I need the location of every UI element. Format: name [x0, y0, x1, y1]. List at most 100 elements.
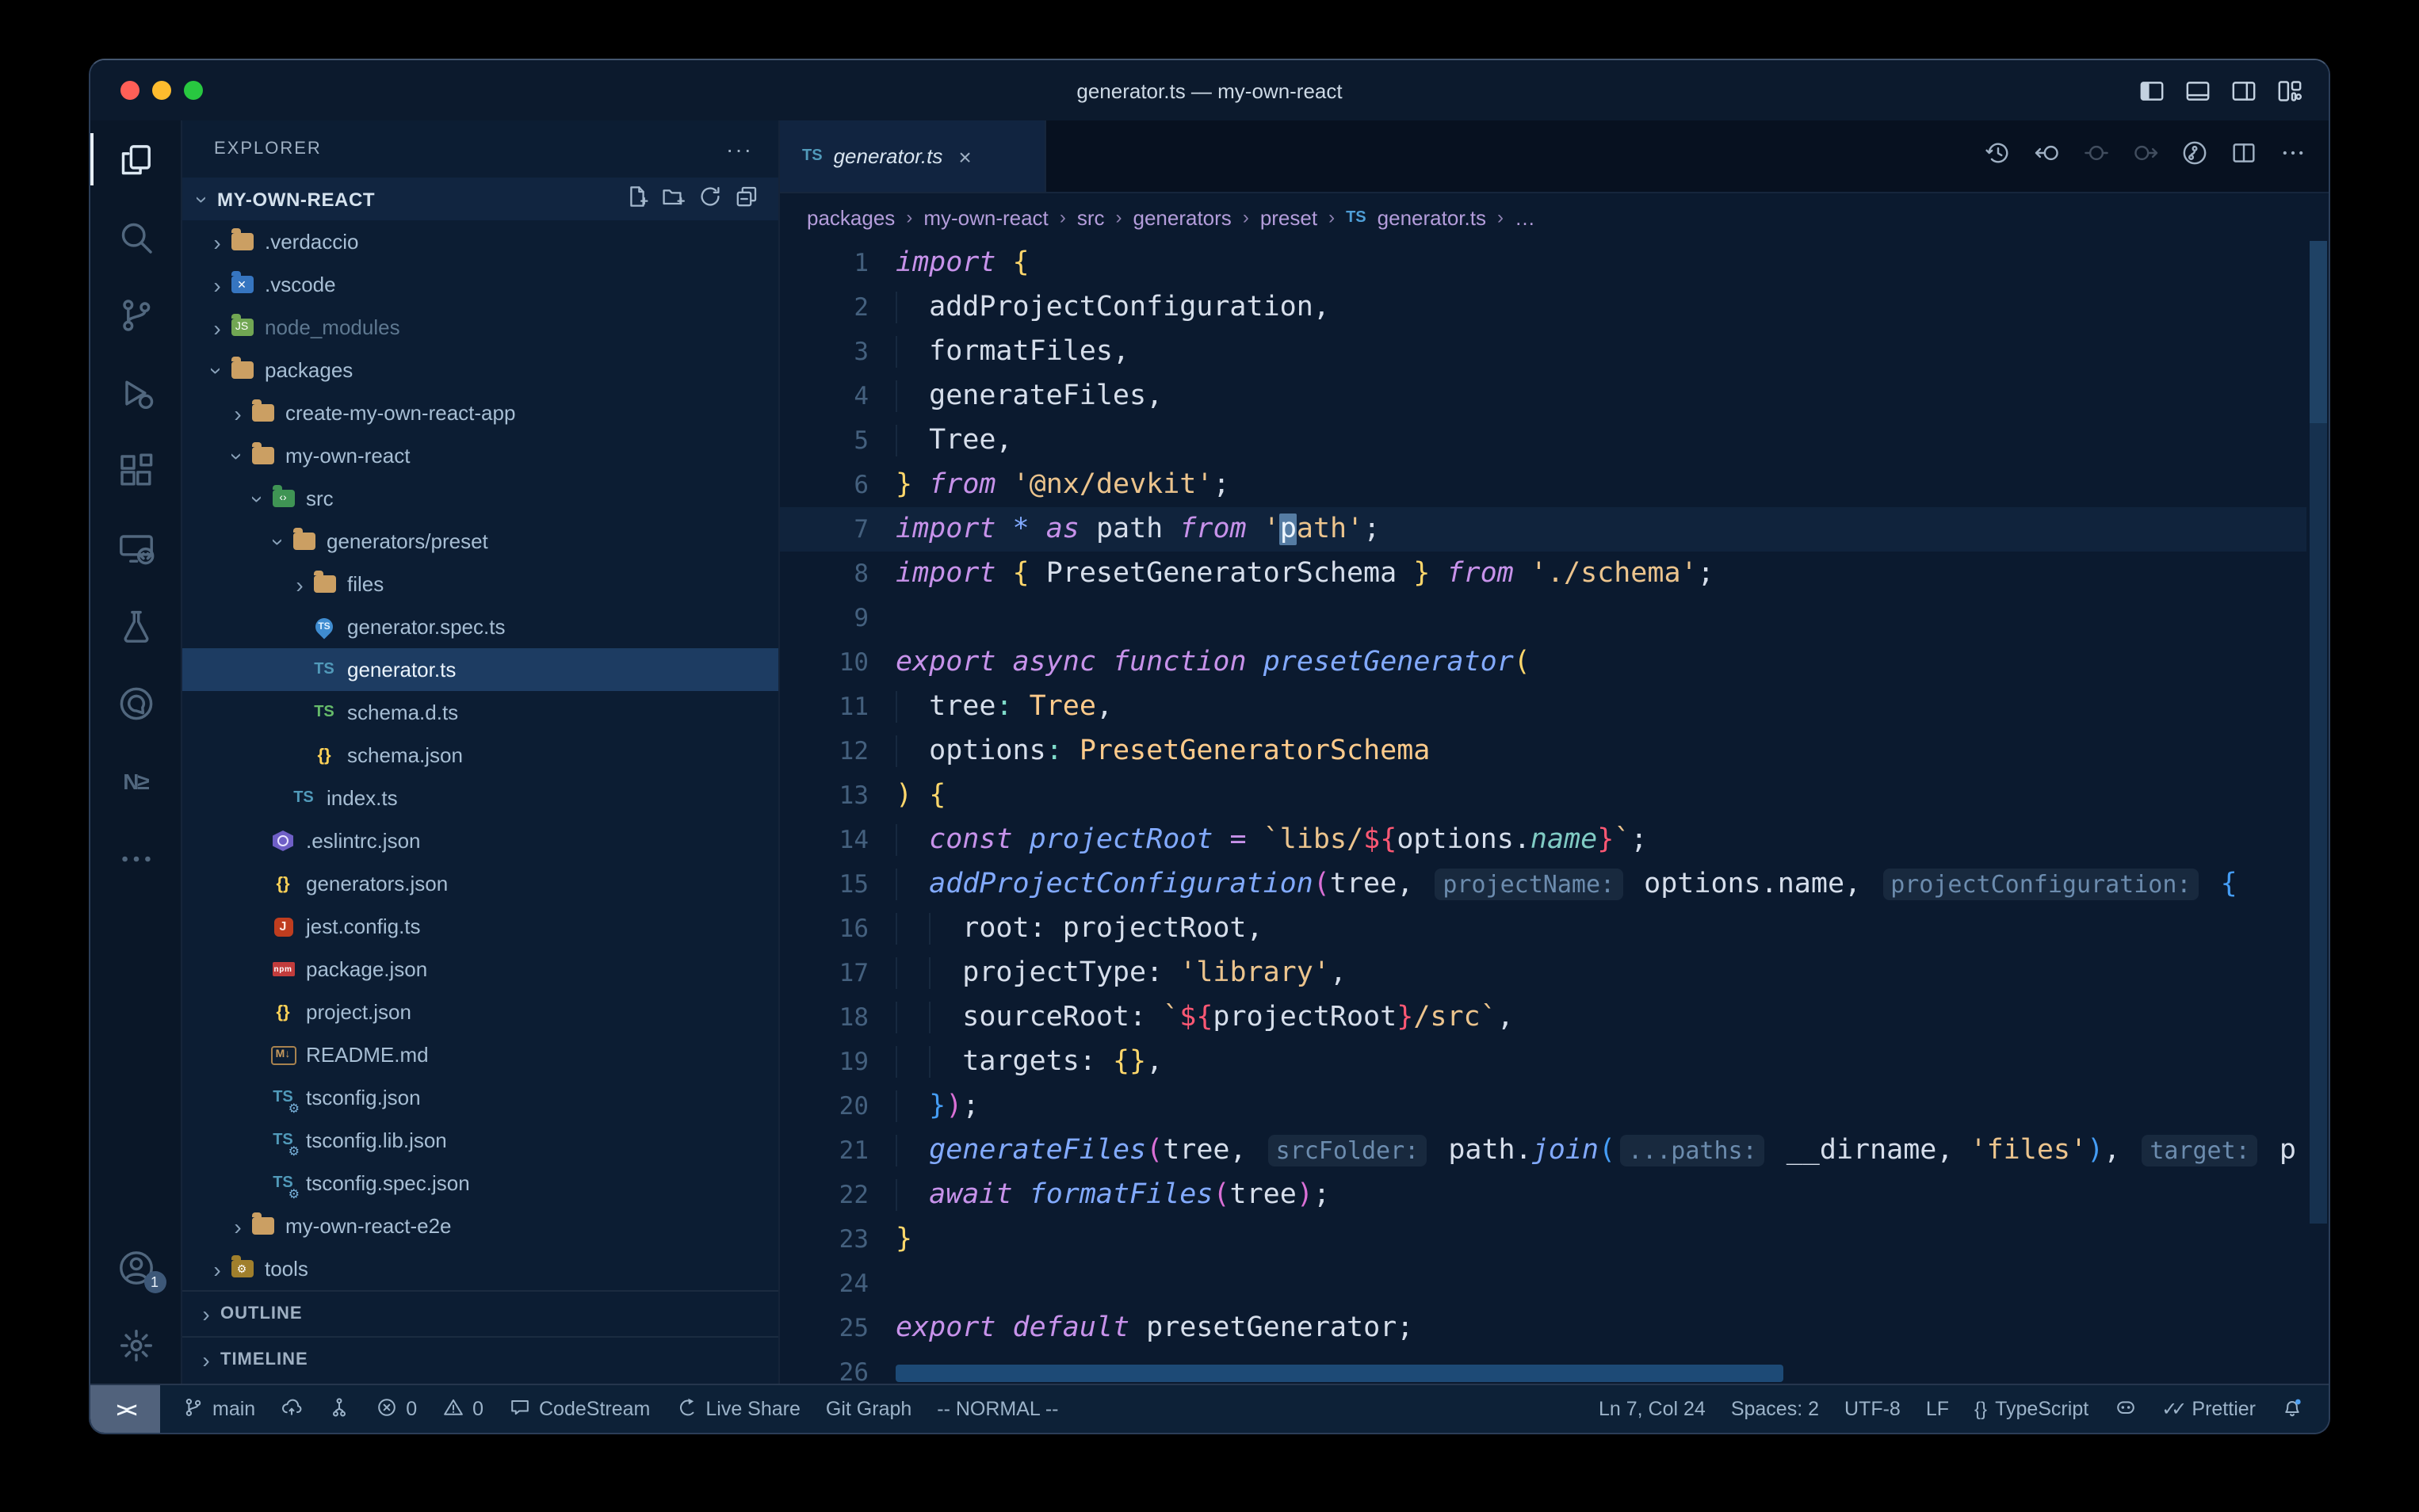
status-vim-mode[interactable]: -- NORMAL --	[937, 1398, 1058, 1420]
activity-accounts[interactable]: 1	[90, 1228, 182, 1306]
line-number[interactable]: 6	[780, 471, 869, 499]
activity-more[interactable]	[90, 819, 182, 897]
code-line-12[interactable]: 12 options: PresetGeneratorSchema	[780, 729, 2306, 773]
breadcrumb-item-my-own-react[interactable]: my-own-react	[923, 205, 1049, 229]
tree-item-package.json[interactable]: npmpackage.json	[182, 948, 778, 991]
code-line-13[interactable]: 13) {	[780, 773, 2306, 818]
customize-layout-icon[interactable]	[2276, 77, 2303, 104]
code-line-23[interactable]: 23}	[780, 1217, 2306, 1262]
line-number[interactable]: 13	[780, 781, 869, 810]
activity-settings[interactable]	[90, 1306, 182, 1384]
line-number[interactable]: 21	[780, 1136, 869, 1165]
activity-explorer[interactable]	[90, 120, 182, 198]
code-line-14[interactable]: 14 const projectRoot = `libs/${options.n…	[780, 818, 2306, 862]
close-tab-icon[interactable]: ×	[958, 143, 971, 169]
line-number[interactable]: 17	[780, 959, 869, 987]
more-actions-icon[interactable]	[2280, 139, 2306, 174]
tree-item-generator.ts[interactable]: TSgenerator.ts	[182, 648, 778, 691]
tree-item-index.ts[interactable]: TSindex.ts	[182, 777, 778, 819]
tree-item-create-my-own-react-app[interactable]: ›create-my-own-react-app	[182, 391, 778, 434]
line-number[interactable]: 2	[780, 293, 869, 322]
code-line-17[interactable]: 17 projectType: 'library',	[780, 951, 2306, 995]
status-source-control-graph[interactable]	[328, 1396, 350, 1422]
horizontal-scrollbar[interactable]	[896, 1365, 1783, 1382]
activity-nx-console[interactable]: N≥	[90, 742, 182, 819]
activity-codestream[interactable]	[90, 664, 182, 742]
status-live-share[interactable]: Live Share	[675, 1396, 801, 1422]
status-git-branch[interactable]: main	[182, 1396, 255, 1422]
collapse-all-icon[interactable]	[734, 184, 759, 214]
line-number[interactable]: 11	[780, 693, 869, 721]
tree-item-.eslintrc.json[interactable]: .eslintrc.json	[182, 819, 778, 862]
activity-run-debug[interactable]	[90, 353, 182, 431]
tree-item-tsconfig.spec.json[interactable]: TS⚙tsconfig.spec.json	[182, 1162, 778, 1205]
status-codestream[interactable]: CodeStream	[509, 1396, 650, 1422]
status-notifications[interactable]	[2281, 1396, 2303, 1422]
status-copilot[interactable]	[2114, 1396, 2136, 1422]
tree-item-README.md[interactable]: M↓README.md	[182, 1033, 778, 1076]
activity-extensions[interactable]	[90, 431, 182, 509]
line-number[interactable]: 8	[780, 559, 869, 588]
line-number[interactable]: 26	[780, 1358, 869, 1384]
code-line-20[interactable]: 20 });	[780, 1084, 2306, 1128]
line-number[interactable]: 25	[780, 1314, 869, 1342]
new-folder-icon[interactable]	[661, 184, 686, 214]
code-line-2[interactable]: 2 addProjectConfiguration,	[780, 285, 2306, 330]
code-line-18[interactable]: 18 sourceRoot: `${projectRoot}/src`,	[780, 995, 2306, 1040]
tree-item-generator.spec.ts[interactable]: TSgenerator.spec.ts	[182, 605, 778, 648]
code-line-21[interactable]: 21 generateFiles(tree, srcFolder: path.j…	[780, 1128, 2306, 1173]
breadcrumb-item-src[interactable]: src	[1077, 205, 1105, 229]
status-errors[interactable]: 0	[376, 1396, 417, 1422]
code-line-22[interactable]: 22 await formatFiles(tree);	[780, 1173, 2306, 1217]
panel-timeline[interactable]: ›TIMELINE	[182, 1336, 778, 1382]
tree-item-files[interactable]: ›files	[182, 563, 778, 605]
tree-item-jest.config.ts[interactable]: Jjest.config.ts	[182, 905, 778, 948]
code-line-16[interactable]: 16 root: projectRoot,	[780, 907, 2306, 951]
code-line-5[interactable]: 5 Tree,	[780, 418, 2306, 463]
tree-item-tsconfig.json[interactable]: TS⚙tsconfig.json	[182, 1076, 778, 1119]
tree-item-my-own-react-e2e[interactable]: ›my-own-react-e2e	[182, 1205, 778, 1247]
line-number[interactable]: 12	[780, 737, 869, 766]
status-publish[interactable]	[281, 1396, 303, 1422]
toggle-primary-sidebar-icon[interactable]	[2138, 77, 2165, 104]
toggle-panel-icon[interactable]	[2184, 77, 2211, 104]
line-number[interactable]: 19	[780, 1048, 869, 1076]
status-eol[interactable]: LF	[1926, 1398, 1949, 1420]
line-number[interactable]: 1	[780, 249, 869, 277]
code-line-19[interactable]: 19 targets: {},	[780, 1040, 2306, 1084]
code-line-4[interactable]: 4 generateFiles,	[780, 374, 2306, 418]
line-number[interactable]: 4	[780, 382, 869, 410]
line-number[interactable]: 20	[780, 1092, 869, 1121]
activity-search[interactable]	[90, 198, 182, 276]
code-line-10[interactable]: 10export async function presetGenerator(	[780, 640, 2306, 685]
tree-item-tools[interactable]: ›⚙tools	[182, 1247, 778, 1290]
tree-item-node_modules[interactable]: ›JSnode_modules	[182, 306, 778, 349]
status-indentation[interactable]: Spaces: 2	[1731, 1398, 1819, 1420]
panel-outline[interactable]: ›OUTLINE	[182, 1290, 778, 1336]
code-line-1[interactable]: 1import {	[780, 241, 2306, 285]
code-line-25[interactable]: 25export default presetGenerator;	[780, 1306, 2306, 1350]
code-line-9[interactable]: 9	[780, 596, 2306, 640]
tree-item-.vscode[interactable]: ›✕.vscode	[182, 263, 778, 306]
breadcrumb-item-…[interactable]: …	[1515, 205, 1535, 229]
open-changes-icon[interactable]	[2181, 139, 2208, 174]
status-encoding[interactable]: UTF-8	[1844, 1398, 1901, 1420]
status-git-graph[interactable]: Git Graph	[826, 1398, 911, 1420]
status-cursor-position[interactable]: Ln 7, Col 24	[1599, 1398, 1706, 1420]
vertical-scrollbar[interactable]	[2308, 241, 2329, 1384]
code-line-15[interactable]: 15 addProjectConfiguration(tree, project…	[780, 862, 2306, 907]
explorer-more-icon[interactable]: ···	[726, 136, 753, 162]
tree-item-.verdaccio[interactable]: ›.verdaccio	[182, 220, 778, 263]
line-number[interactable]: 10	[780, 648, 869, 677]
toggle-secondary-sidebar-icon[interactable]	[2230, 77, 2257, 104]
maximize-window-button[interactable]	[184, 81, 203, 100]
close-window-button[interactable]	[120, 81, 139, 100]
status-warnings[interactable]: 0	[442, 1396, 483, 1422]
code-line-8[interactable]: 8import { PresetGeneratorSchema } from '…	[780, 552, 2306, 596]
workspace-section-header[interactable]: › MY-OWN-REACT	[182, 178, 778, 220]
line-number[interactable]: 24	[780, 1270, 869, 1298]
activity-testing[interactable]	[90, 586, 182, 664]
activity-remote-explorer[interactable]	[90, 509, 182, 586]
refresh-icon[interactable]	[697, 184, 723, 214]
breadcrumb-item-generator.ts[interactable]: generator.ts	[1378, 205, 1486, 229]
